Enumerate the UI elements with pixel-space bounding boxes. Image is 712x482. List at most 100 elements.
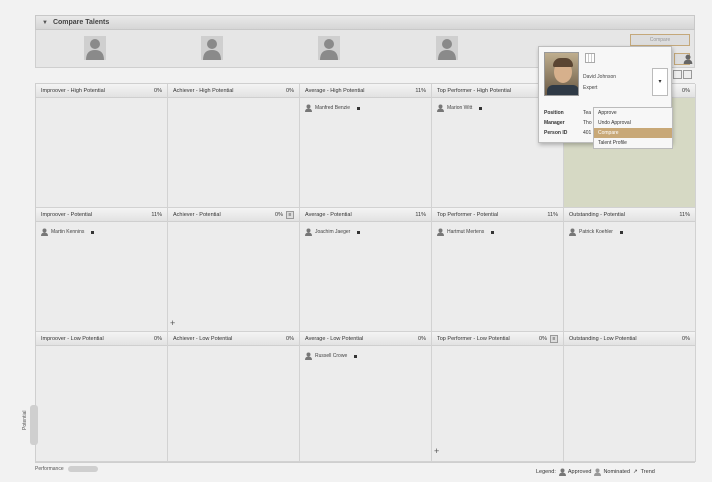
employee-name[interactable]: Marion Witt <box>447 105 472 111</box>
grid-cell[interactable]: Average - Low Potential 0% Russell Crowe <box>300 332 432 462</box>
person-icon <box>305 228 312 236</box>
cell-header: Improover - Low Potential 0% <box>36 332 167 346</box>
cell-header: Achiever - Potential 0% ≡ <box>168 208 299 222</box>
employee-photo <box>544 52 579 96</box>
plus-icon[interactable]: + <box>170 318 175 328</box>
performance-axis-label: Performance <box>35 466 64 472</box>
field-value: 401 <box>583 130 592 136</box>
compare-button[interactable]: Compare <box>630 34 690 46</box>
cell-header: Improover - Potential 11% <box>36 208 167 222</box>
list-view-icon[interactable] <box>683 70 692 79</box>
cell-title: Improover - Potential <box>41 211 93 218</box>
grid-cell[interactable]: Achiever - Potential 0% ≡ + <box>168 208 300 332</box>
employee-name[interactable]: Patrick Koehler <box>579 229 613 235</box>
cell-percent: 0% <box>418 335 426 342</box>
potential-axis-label: Potential <box>22 410 28 430</box>
cell-header: Outstanding - Low Potential 0% <box>564 332 695 346</box>
legend-approved: Approved <box>567 469 592 475</box>
cell-title: Outstanding - Low Potential <box>569 335 637 342</box>
cell-header: Top Performer - Potential 11% <box>432 208 563 222</box>
view-toggle <box>672 70 692 79</box>
cell-percent: 0% <box>286 87 294 94</box>
compare-slot-person-icon[interactable] <box>318 36 340 60</box>
legend-trend: Trend <box>640 469 655 475</box>
cell-percent: 0% <box>154 87 162 94</box>
performance-axis-slider[interactable] <box>67 466 98 472</box>
employee-name[interactable]: Hartmut Mertens <box>447 229 484 235</box>
field-value: Tea <box>583 110 592 116</box>
compare-slot-person-icon[interactable] <box>436 36 458 60</box>
employee-name[interactable]: Joachim Jaeger <box>315 229 350 235</box>
grid-cell[interactable]: Outstanding - Potential 11% Patrick Koehl… <box>564 208 696 332</box>
cell-percent: 11% <box>151 211 162 218</box>
menu-item-approve[interactable]: Approve <box>594 108 672 118</box>
cell-title: Average - High Potential <box>305 87 365 94</box>
cell-header: Average - High Potential 11% <box>300 84 431 98</box>
employee-name[interactable]: Martin Kennins <box>51 229 84 235</box>
compare-talents-header[interactable]: ▼ Compare Talents <box>35 15 695 30</box>
field-value: Tho <box>583 120 592 126</box>
grid-cell[interactable]: Top Performer - Potential 11% Hartmut Mer… <box>432 208 564 332</box>
potential-axis-slider[interactable] <box>30 405 38 445</box>
employee-name[interactable]: Russell Crowe <box>315 353 347 359</box>
grid-cell[interactable]: Outstanding - Low Potential 0% <box>564 332 696 462</box>
employee-item[interactable]: Patrick Koehler <box>564 222 695 236</box>
cell-header: Outstanding - Potential 11% <box>564 208 695 222</box>
calendar-icon[interactable] <box>585 53 595 63</box>
status-marker <box>491 230 495 234</box>
compare-slot-person-icon[interactable] <box>84 36 106 60</box>
approved-person-icon <box>558 468 566 476</box>
cell-percent: 11% <box>415 87 426 94</box>
grid-view-icon[interactable] <box>673 70 682 79</box>
menu-item-undo-approval[interactable]: Undo Approval <box>594 118 672 128</box>
cell-percent: 0% <box>275 211 283 218</box>
menu-item-compare[interactable]: Compare <box>594 128 672 138</box>
legend-nominated: Nominated <box>603 469 631 475</box>
cell-title: Outstanding - Potential <box>569 211 625 218</box>
cell-title: Top Performer - Potential <box>437 211 499 218</box>
employee-item[interactable]: Martin Kennins <box>36 222 167 236</box>
status-marker <box>357 230 361 234</box>
compare-slot-person-icon[interactable] <box>201 36 223 60</box>
status-marker <box>357 106 361 110</box>
performance-axis: Performance <box>35 466 98 472</box>
status-marker <box>91 230 95 234</box>
cell-percent: 0% <box>682 87 690 94</box>
status-marker <box>479 106 483 110</box>
grid-cell[interactable]: Achiever - High Potential 0% <box>168 84 300 208</box>
employee-item[interactable]: Russell Crowe <box>300 346 431 360</box>
menu-item-talent-profile[interactable]: Talent Profile <box>594 138 672 148</box>
field-label: Manager <box>544 120 565 126</box>
grid-cell[interactable]: Improover - Low Potential 0% <box>36 332 168 462</box>
cell-percent: 0% <box>286 335 294 342</box>
cell-percent: 11% <box>547 211 558 218</box>
nominated-person-icon <box>594 468 602 476</box>
grid-cell[interactable]: Achiever - Low Potential 0% <box>168 332 300 462</box>
expand-icon[interactable]: ≡ <box>550 334 558 343</box>
person-icon <box>305 352 312 360</box>
person-icon <box>437 104 444 112</box>
employee-name[interactable]: Manfred Benzie <box>315 105 350 111</box>
cell-header: Top Performer - Low Potential 0% ≡ <box>432 332 563 346</box>
dropdown-toggle[interactable]: ▾ <box>652 68 668 96</box>
grid-cell[interactable]: Improover - Potential 11% Martin Kennins <box>36 208 168 332</box>
grid-cell[interactable]: Average - High Potential 11% Manfred Benz… <box>300 84 432 208</box>
expand-icon[interactable]: ≡ <box>286 210 294 219</box>
status-marker <box>354 354 358 358</box>
person-icon[interactable] <box>683 54 693 64</box>
employee-item[interactable]: Manfred Benzie <box>300 98 431 112</box>
employee-item[interactable]: Hartmut Mertens <box>432 222 563 236</box>
employee-item[interactable]: Joachim Jaeger <box>300 222 431 236</box>
context-menu: Approve Undo Approval Compare Talent Pro… <box>593 107 673 149</box>
compare-talents-title: Compare Talents <box>52 19 110 26</box>
person-icon <box>437 228 444 236</box>
cell-header: Achiever - High Potential 0% <box>168 84 299 98</box>
grid-cell[interactable]: Average - Potential 11% Joachim Jaeger <box>300 208 432 332</box>
grid-cell[interactable]: Top Performer - Low Potential 0% ≡ + <box>432 332 564 462</box>
employee-name: David Johnson <box>583 74 617 80</box>
cell-header: Improover - High Potential 0% <box>36 84 167 98</box>
plus-icon[interactable]: + <box>434 446 439 456</box>
collapse-triangle-icon[interactable]: ▼ <box>42 20 48 26</box>
status-marker <box>619 230 623 234</box>
grid-cell[interactable]: Improover - High Potential 0% <box>36 84 168 208</box>
